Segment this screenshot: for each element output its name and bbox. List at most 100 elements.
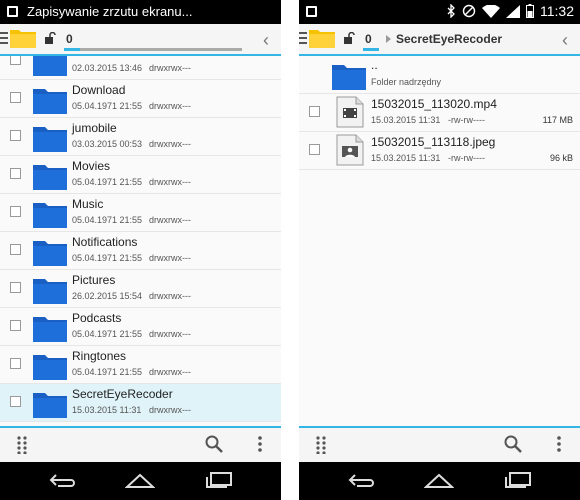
search-icon[interactable] [205, 435, 223, 453]
file-list: .. Folder nadrzędny 15032015_113020.mp4 1… [299, 56, 580, 426]
file-size: 96 kB [549, 153, 573, 163]
drawer-menu-icon[interactable] [0, 32, 8, 44]
file-row[interactable]: 15032015_113118.jpeg 15.03.2015 11:31 -rw-… [299, 132, 580, 170]
battery-icon [526, 4, 534, 18]
folder-date: 03.03.2015 00:53 [72, 139, 143, 149]
file-row[interactable]: 15032015_113020.mp4 15.03.2015 11:31 -rw-r… [299, 94, 580, 132]
file-size: 117 MB [542, 115, 573, 125]
row-checkbox[interactable] [10, 396, 21, 407]
navigation-bar [0, 462, 281, 500]
folder-icon [33, 355, 67, 380]
file-date: 15.03.2015 11:31 [371, 115, 441, 125]
file-name: 15032015_113020.mp4 [371, 97, 497, 111]
active-tab-indicator [64, 48, 80, 51]
folder-date: 05.04.1971 21:55 [72, 101, 143, 111]
folder-date: 15.03.2015 11:31 [72, 405, 142, 415]
folder-icon [33, 203, 67, 228]
screenshot-notification-icon [306, 6, 317, 17]
right-phone-screen: 11:32 0 SecretEyeRecoder ‹ .. Folder nad… [299, 0, 580, 500]
file-name: 15032015_113118.jpeg [371, 135, 496, 149]
bottom-action-bar [0, 426, 281, 462]
row-checkbox[interactable] [10, 282, 21, 293]
folder-date: 02.03.2015 13:46 [72, 63, 143, 73]
folder-row[interactable]: Pictures 26.02.2015 15:54 drwxrwx--- [0, 270, 281, 308]
folder-icon [33, 127, 67, 152]
folder-permissions: drwxrwx--- [149, 139, 191, 149]
folder-permissions: drwxrwx--- [149, 63, 191, 73]
folder-name: Movies [72, 159, 111, 173]
row-checkbox[interactable] [10, 320, 21, 331]
back-nav-icon[interactable] [48, 471, 76, 489]
folder-row[interactable]: Ringtones 05.04.1971 21:55 drwxrwx--- [0, 346, 281, 384]
folder-icon [332, 65, 366, 90]
folder-date: 05.04.1971 21:55 [72, 253, 143, 263]
overflow-menu-icon[interactable] [258, 436, 262, 452]
chevron-left-icon[interactable]: ‹ [562, 30, 568, 51]
folder-name: Download [72, 83, 126, 97]
folder-permissions: drwxrwx--- [149, 405, 191, 415]
left-phone-screen: Zapisywanie zrzutu ekranu... 0 ‹ DCIM 02.… [0, 0, 281, 500]
row-checkbox[interactable] [309, 106, 320, 117]
folder-date: 05.04.1971 21:55 [72, 367, 143, 377]
folder-icon [33, 165, 67, 190]
tab-label[interactable]: 0 [66, 32, 73, 46]
row-checkbox[interactable] [10, 56, 21, 65]
folder-row[interactable]: Notifications 05.04.1971 21:55 drwxrwx--- [0, 232, 281, 270]
grip-dots-icon[interactable] [316, 436, 326, 454]
row-checkbox[interactable] [10, 92, 21, 103]
folder-row[interactable]: DCIM 02.03.2015 13:46 drwxrwx--- [0, 56, 281, 80]
folder-row[interactable]: Music 05.04.1971 21:55 drwxrwx--- [0, 194, 281, 232]
folder-name: Pictures [72, 273, 116, 287]
folder-icon [33, 317, 67, 342]
navigation-bar [299, 462, 580, 500]
tab-track [80, 48, 242, 51]
search-icon[interactable] [504, 435, 522, 453]
recents-nav-icon[interactable] [504, 471, 532, 489]
tab-label[interactable]: 0 [365, 32, 372, 46]
folder-row[interactable]: jumobile 03.03.2015 00:53 drwxrwx--- [0, 118, 281, 156]
bluetooth-icon [447, 4, 455, 18]
unlock-icon[interactable] [44, 32, 56, 44]
unlock-icon[interactable] [343, 32, 355, 44]
image-file-icon [336, 134, 364, 166]
folder-icon [33, 89, 67, 114]
folder-row[interactable]: Podcasts 05.04.1971 21:55 drwxrwx--- [0, 308, 281, 346]
app-folder-icon [309, 30, 335, 48]
file-date: 15.03.2015 11:31 [371, 153, 441, 163]
folder-permissions: drwxrwx--- [149, 253, 191, 263]
back-nav-icon[interactable] [347, 471, 375, 489]
parent-folder-row[interactable]: .. Folder nadrzędny [299, 56, 580, 94]
row-checkbox[interactable] [10, 244, 21, 255]
folder-date: 05.04.1971 21:55 [72, 329, 143, 339]
overflow-menu-icon[interactable] [557, 436, 561, 452]
status-bar: 11:32 [299, 0, 580, 24]
folder-name: Music [72, 197, 104, 211]
chevron-left-icon[interactable]: ‹ [263, 30, 269, 51]
file-permissions: -rw-rw---- [448, 115, 485, 125]
folder-permissions: drwxrwx--- [149, 291, 191, 301]
folder-date: 05.04.1971 21:55 [72, 177, 143, 187]
home-nav-icon[interactable] [424, 471, 454, 489]
home-nav-icon[interactable] [125, 471, 155, 489]
folder-row[interactable]: Movies 05.04.1971 21:55 drwxrwx--- [0, 156, 281, 194]
grip-dots-icon[interactable] [17, 436, 27, 454]
folder-name: Ringtones [72, 349, 127, 363]
row-checkbox[interactable] [10, 130, 21, 141]
recents-nav-icon[interactable] [205, 471, 233, 489]
row-checkbox[interactable] [309, 144, 320, 155]
folder-name: Notifications [72, 235, 138, 249]
row-checkbox[interactable] [10, 168, 21, 179]
folder-name: DCIM [72, 56, 103, 59]
drawer-menu-icon[interactable] [299, 32, 307, 44]
row-checkbox[interactable] [10, 358, 21, 369]
active-tab-indicator [363, 48, 379, 51]
row-checkbox[interactable] [10, 206, 21, 217]
breadcrumb-current-folder[interactable]: SecretEyeRecoder [396, 32, 502, 46]
status-bar: Zapisywanie zrzutu ekranu... [0, 0, 281, 24]
folder-date: 05.04.1971 21:55 [72, 215, 143, 225]
folder-row[interactable]: Download 05.04.1971 21:55 drwxrwx--- [0, 80, 281, 118]
parent-folder-name: .. [371, 58, 378, 72]
signal-icon [506, 4, 520, 18]
parent-folder-subtitle: Folder nadrzędny [371, 77, 442, 87]
folder-row[interactable]: SecretEyeRecoder 15.03.2015 11:31 drwxrwx-… [0, 384, 281, 422]
